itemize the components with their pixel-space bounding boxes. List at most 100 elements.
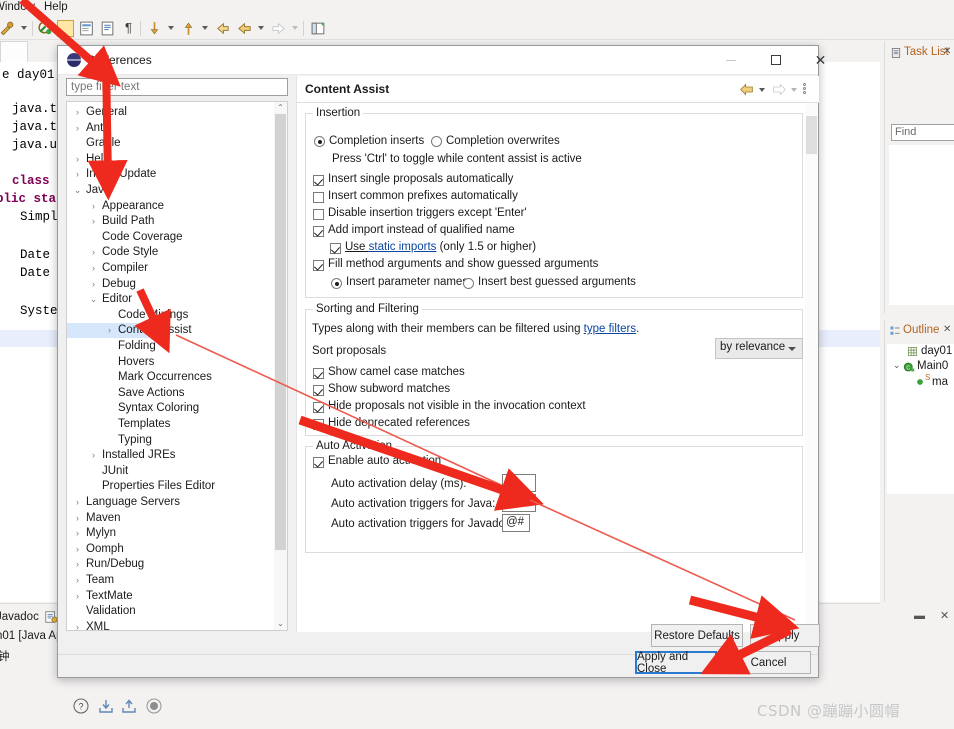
tree-item-ant[interactable]: › Ant xyxy=(67,121,273,136)
record-icon[interactable] xyxy=(146,698,162,714)
check-show-camel-case[interactable] xyxy=(313,368,324,379)
outline-close-icon[interactable]: ✕ xyxy=(943,324,951,335)
chevron-right-icon[interactable]: › xyxy=(73,152,82,167)
tree-item-team[interactable]: › Team xyxy=(67,573,273,588)
chevron-right-icon[interactable]: › xyxy=(89,245,98,260)
tree-item-templates[interactable]: Templates xyxy=(67,417,273,432)
check-enable-auto-activation[interactable] xyxy=(313,457,324,468)
tree-item-run-debug[interactable]: › Run/Debug xyxy=(67,557,273,572)
toggle-markers-icon[interactable] xyxy=(57,20,74,37)
type-filters-link[interactable]: type filters xyxy=(584,323,636,335)
tree-item-hovers[interactable]: Hovers xyxy=(67,355,273,370)
chevron-down-icon[interactable]: ⌄ xyxy=(89,292,98,307)
tree-item-oomph[interactable]: › Oomph xyxy=(67,542,273,557)
chevron-right-icon[interactable]: › xyxy=(89,277,98,292)
back-dropdown-caret[interactable] xyxy=(759,88,765,92)
auto-activation-delay-input[interactable]: 0 xyxy=(502,474,536,492)
debug-icon[interactable] xyxy=(0,20,15,37)
tree-item-syntax-coloring[interactable]: Syntax Coloring xyxy=(67,401,273,416)
view-menu-icon[interactable] xyxy=(801,82,807,97)
tab-javadoc[interactable]: Javadoc xyxy=(0,611,39,623)
task-find-input[interactable]: Find xyxy=(891,124,954,141)
check-add-import[interactable] xyxy=(313,226,324,237)
outline-row[interactable]: Main0 xyxy=(917,360,948,372)
back-dropdown-arrow[interactable] xyxy=(258,26,264,30)
tree-scrollbar[interactable]: ⌃ ⌄ xyxy=(274,102,287,630)
open-perspective-icon[interactable] xyxy=(310,20,327,37)
editor-tab[interactable] xyxy=(0,41,28,62)
radio-completion-inserts[interactable] xyxy=(314,136,325,147)
chevron-right-icon[interactable]: › xyxy=(73,557,82,572)
tree-item-validation[interactable]: Validation xyxy=(67,604,273,619)
radio-completion-overwrites[interactable] xyxy=(431,136,442,147)
chevron-right-icon[interactable]: › xyxy=(73,620,82,630)
outline-row[interactable]: day01 xyxy=(921,345,952,357)
help-icon[interactable]: ? xyxy=(73,698,89,714)
menu-window[interactable]: Window xyxy=(0,1,35,13)
last-edit-location-icon[interactable] xyxy=(214,20,231,37)
outline-row[interactable]: ma xyxy=(932,376,948,388)
chevron-right-icon[interactable]: › xyxy=(89,199,98,214)
tree-item-installed-jres[interactable]: › Installed JREs xyxy=(67,448,273,463)
tree-item-folding[interactable]: Folding xyxy=(67,339,273,354)
chevron-right-icon[interactable]: › xyxy=(73,167,82,182)
tree-item-code-style[interactable]: › Code Style xyxy=(67,245,273,260)
new-class-icon[interactable] xyxy=(78,20,95,37)
tree-item-junit[interactable]: JUnit xyxy=(67,464,273,479)
chevron-right-icon[interactable]: › xyxy=(73,105,82,120)
tree-scroll-up-icon[interactable]: ⌃ xyxy=(274,102,287,114)
tree-item-editor[interactable]: ⌄ Editor xyxy=(67,292,273,307)
sort-proposals-select[interactable]: by relevance xyxy=(715,338,803,359)
chevron-right-icon[interactable]: › xyxy=(89,214,98,229)
tree-item-java[interactable]: ⌄ Java xyxy=(67,183,273,198)
tree-item-compiler[interactable]: › Compiler xyxy=(67,261,273,276)
tree-item-content-assist[interactable]: › Content Assist xyxy=(67,323,192,339)
outline-twisty-icon[interactable]: ⌄ xyxy=(893,360,901,371)
radio-insert-parameter-names[interactable] xyxy=(331,278,342,289)
tree-item-help[interactable]: › Help xyxy=(67,152,273,167)
tree-item-xml[interactable]: › XML xyxy=(67,620,273,630)
console-label[interactable]: n01 [Java Ap xyxy=(0,630,63,642)
apply-button[interactable]: Apply xyxy=(750,624,820,647)
outline-tree[interactable]: day01 ⌄ C Main0 S ma xyxy=(887,344,954,494)
minimize-view-icon[interactable]: ▬ xyxy=(914,610,925,622)
new-java-project-icon[interactable] xyxy=(37,20,54,37)
close-view-icon[interactable]: ✕ xyxy=(940,609,949,622)
restore-defaults-button[interactable]: Restore Defaults xyxy=(651,624,743,647)
chevron-down-icon[interactable]: ⌄ xyxy=(73,183,82,198)
tree-item-save-actions[interactable]: Save Actions xyxy=(67,386,273,401)
chevron-right-icon[interactable]: › xyxy=(73,573,82,588)
tree-item-maven[interactable]: › Maven xyxy=(67,511,273,526)
back-icon[interactable] xyxy=(236,20,253,37)
pane-scroll-thumb[interactable] xyxy=(806,116,817,154)
tree-scroll-thumb[interactable] xyxy=(275,114,286,550)
task-list-close-icon[interactable]: ✕ xyxy=(943,46,951,57)
export-icon[interactable] xyxy=(121,698,137,714)
apply-and-close-button[interactable]: Apply and Close xyxy=(635,651,717,675)
next-annotation-icon[interactable] xyxy=(146,20,163,37)
cancel-button[interactable]: Cancel xyxy=(726,651,811,674)
tree-item-properties-files-editor[interactable]: Properties Files Editor xyxy=(67,479,273,494)
preferences-tree[interactable]: › General › Ant Gradle › Help › Install/Update ⌄ J… xyxy=(66,101,288,631)
pilcrow-icon[interactable]: ¶ xyxy=(120,20,137,37)
previous-annotation-icon[interactable] xyxy=(180,20,197,37)
tree-item-code-minings[interactable]: Code Minings xyxy=(67,308,273,323)
chevron-right-icon[interactable]: › xyxy=(73,495,82,510)
tree-item-textmate[interactable]: › TextMate xyxy=(67,589,273,604)
tree-item-mark-occurrences[interactable]: Mark Occurrences xyxy=(67,370,273,385)
debug-dropdown-arrow[interactable] xyxy=(21,26,27,30)
check-show-subword[interactable] xyxy=(313,385,324,396)
check-insert-single-proposals[interactable] xyxy=(313,175,324,186)
check-insert-common-prefixes[interactable] xyxy=(313,192,324,203)
filter-input[interactable]: type filter text xyxy=(66,78,288,96)
chevron-right-icon[interactable]: › xyxy=(73,511,82,526)
static-imports-link[interactable]: static imports xyxy=(369,241,437,253)
tree-scroll-down-icon[interactable]: ⌄ xyxy=(274,618,287,630)
previous-annotation-dropdown[interactable] xyxy=(202,26,208,30)
radio-insert-best-guessed[interactable] xyxy=(463,278,474,289)
menu-help[interactable]: Help xyxy=(44,1,68,13)
tree-item-mylyn[interactable]: › Mylyn xyxy=(67,526,273,541)
chevron-right-icon[interactable]: › xyxy=(73,542,82,557)
chevron-right-icon[interactable]: › xyxy=(105,323,114,338)
new-file-icon[interactable] xyxy=(99,20,116,37)
